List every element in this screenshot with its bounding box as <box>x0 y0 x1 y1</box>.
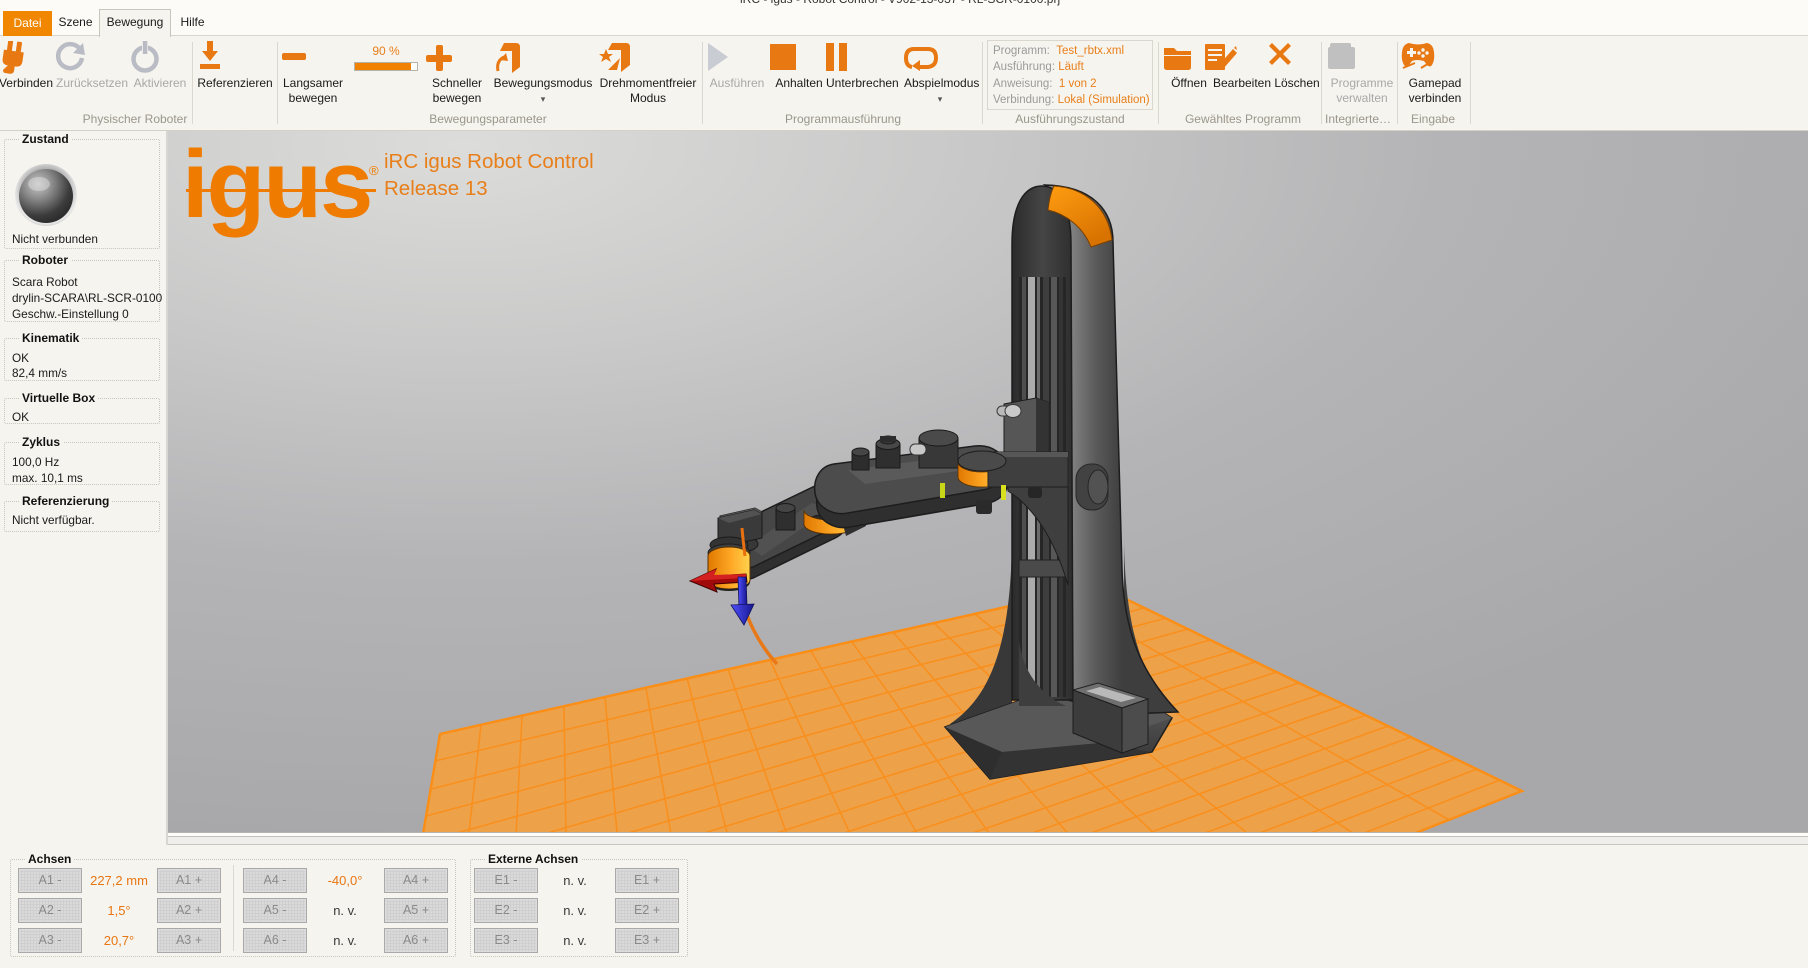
svg-text:igus: igus <box>182 131 371 238</box>
svg-text:Release 13: Release 13 <box>384 177 488 200</box>
svg-text:iRC igus Robot Control: iRC igus Robot Control <box>384 150 594 173</box>
svg-text:®: ® <box>369 163 379 178</box>
